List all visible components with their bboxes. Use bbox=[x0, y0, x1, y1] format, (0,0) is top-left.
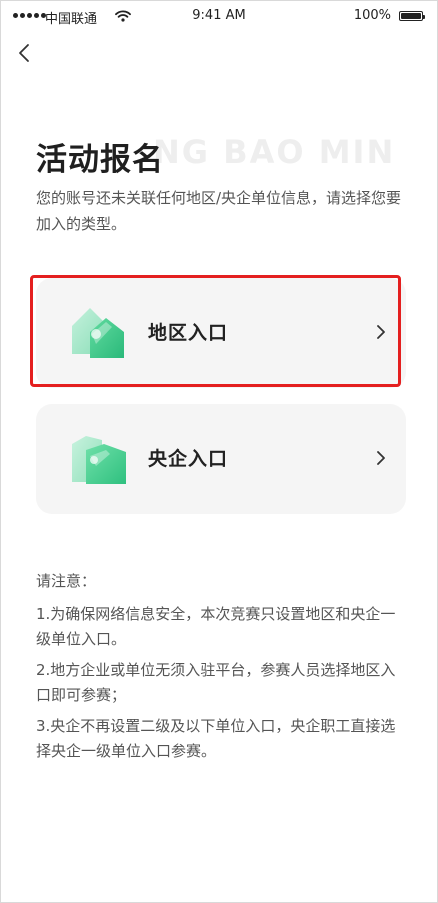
title-watermark: NG BAO MING bbox=[153, 133, 393, 171]
note-item: 1.为确保网络信息安全，本次竞赛只设置地区和央企一级单位入口。 bbox=[36, 605, 396, 648]
chevron-right-icon bbox=[377, 451, 385, 465]
notes-section: 请注意： 1.为确保网络信息安全，本次竞赛只设置地区和央企一级单位入口。 2.地… bbox=[36, 569, 408, 770]
page-subtitle: 您的账号还未关联任何地区/央企单位信息，请选择您要加入的类型。 bbox=[36, 189, 402, 233]
status-bar: 中国联通 9:41 AM 100% bbox=[1, 1, 437, 35]
house-icon bbox=[72, 308, 124, 358]
battery-percent: 100% bbox=[353, 8, 391, 23]
region-entry-label: 地区入口 bbox=[148, 322, 229, 344]
notes-title: 请注意： bbox=[36, 572, 97, 590]
central-entry-card[interactable]: 央企入口 bbox=[36, 404, 406, 514]
page-title: 活动报名 bbox=[36, 142, 164, 178]
region-entry-card[interactable]: 地区入口 bbox=[36, 278, 406, 388]
battery-icon bbox=[399, 11, 425, 21]
note-item: 2.地方企业或单位无须入驻平台，参赛人员选择地区入口即可参赛； bbox=[36, 661, 396, 704]
central-entry-label: 央企入口 bbox=[148, 448, 229, 470]
chevron-right-icon bbox=[377, 325, 385, 339]
chevron-left-icon[interactable] bbox=[13, 41, 37, 65]
note-item: 3.央企不再设置二级及以下单位入口，央企职工直接选择央企一级单位入口参赛。 bbox=[36, 717, 396, 760]
building-icon bbox=[72, 436, 126, 484]
phone-frame: 中国联通 9:41 AM 100% NG BAO MING 活动报名 您的账号还… bbox=[0, 0, 438, 903]
